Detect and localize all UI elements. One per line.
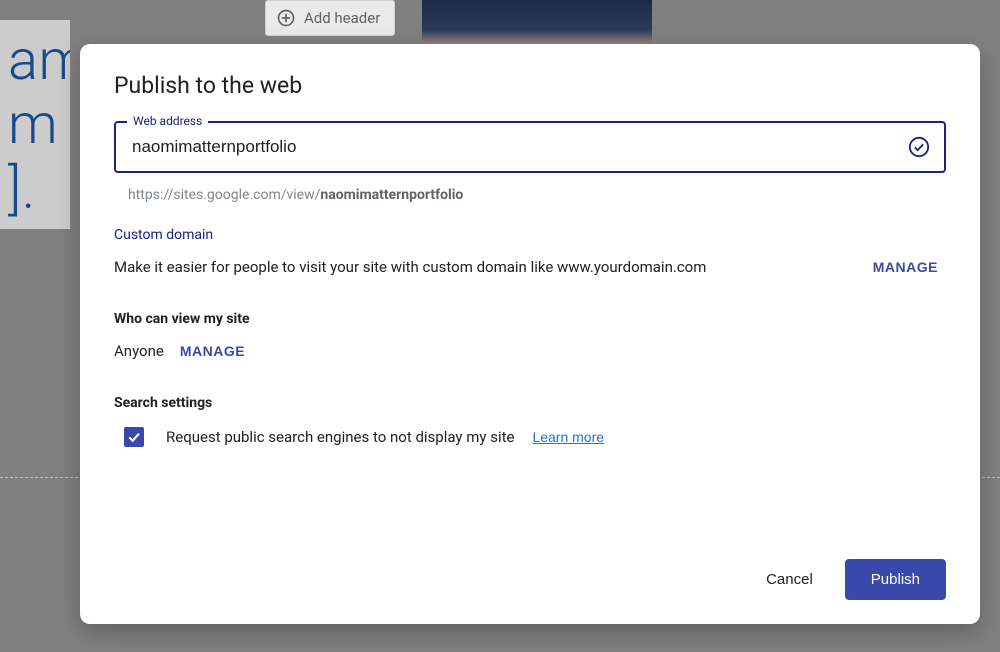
search-checkbox[interactable]: [124, 427, 144, 447]
url-preview-prefix: https://sites.google.com/view/: [128, 187, 320, 203]
dialog-title: Publish to the web: [114, 72, 946, 99]
viewers-value: Anyone: [114, 342, 164, 360]
background-text: amm].: [0, 20, 70, 229]
check-circle-icon: [908, 136, 930, 158]
checkmark-icon: [126, 429, 142, 445]
manage-domain-button[interactable]: MANAGE: [865, 253, 946, 281]
add-header-label: Add header: [304, 9, 380, 27]
search-settings-heading: Search settings: [114, 395, 946, 411]
url-preview: https://sites.google.com/view/naomimatte…: [128, 187, 946, 203]
search-checkbox-label: Request public search engines to not dis…: [166, 428, 514, 446]
publish-button[interactable]: Publish: [845, 559, 946, 600]
add-header-button[interactable]: Add header: [265, 0, 395, 36]
background-banner-image: [422, 0, 652, 50]
manage-viewers-button[interactable]: MANAGE: [172, 337, 253, 365]
learn-more-link[interactable]: Learn more: [532, 429, 604, 445]
web-address-input[interactable]: [132, 137, 892, 157]
custom-domain-description: Make it easier for people to visit your …: [114, 258, 706, 276]
url-preview-bold: naomimatternportfolio: [320, 187, 463, 203]
custom-domain-heading: Custom domain: [114, 227, 946, 243]
plus-circle-icon: [276, 8, 296, 28]
publish-dialog: Publish to the web Web address https://s…: [80, 44, 980, 624]
cancel-button[interactable]: Cancel: [752, 561, 827, 598]
web-address-label: Web address: [127, 114, 208, 128]
viewers-heading: Who can view my site: [114, 311, 946, 327]
web-address-field[interactable]: Web address: [114, 121, 946, 173]
